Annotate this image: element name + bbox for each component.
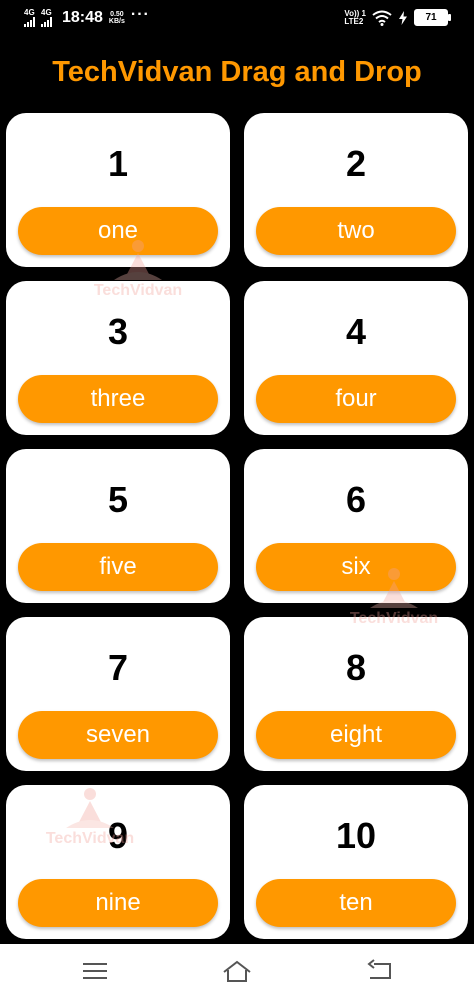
status-bar: 4G 4G 18:48 0.50 KB/s ··· Vo)) 1 LTE2 71 bbox=[0, 0, 474, 38]
card-word-button[interactable]: four bbox=[256, 375, 456, 423]
card-number: 9 bbox=[107, 815, 129, 856]
network-type-1: 4G bbox=[24, 8, 35, 17]
more-notifications-icon: ··· bbox=[130, 6, 150, 23]
card-8[interactable]: 8 eight bbox=[244, 617, 468, 771]
card-word-button[interactable]: nine bbox=[18, 879, 218, 927]
signal-bars-icon bbox=[41, 17, 52, 27]
card-number: 4 bbox=[345, 311, 367, 352]
card-number: 3 bbox=[107, 311, 129, 352]
battery-icon: 71 bbox=[414, 9, 451, 26]
card-word-button[interactable]: five bbox=[18, 543, 218, 591]
card-5[interactable]: 5 five bbox=[6, 449, 230, 603]
card-1[interactable]: 1 one bbox=[6, 113, 230, 267]
network-type-2: 4G bbox=[41, 8, 52, 17]
volte-indicator: Vo)) 1 LTE2 bbox=[344, 9, 366, 26]
volte-bottom: LTE2 bbox=[344, 16, 364, 26]
card-10[interactable]: 10 ten bbox=[244, 785, 468, 939]
card-3[interactable]: 3 three bbox=[6, 281, 230, 435]
back-icon[interactable] bbox=[366, 958, 396, 984]
card-7[interactable]: 7 seven bbox=[6, 617, 230, 771]
card-number: 10 bbox=[335, 815, 377, 856]
page-title: TechVidvan Drag and Drop bbox=[52, 56, 422, 88]
card-word-button[interactable]: three bbox=[18, 375, 218, 423]
navigation-bar bbox=[0, 944, 474, 1000]
card-4[interactable]: 4 four bbox=[244, 281, 468, 435]
card-word-button[interactable]: eight bbox=[256, 711, 456, 759]
speed-unit: KB/s bbox=[108, 18, 125, 25]
card-word-button[interactable]: seven bbox=[18, 711, 218, 759]
card-number: 1 bbox=[107, 143, 129, 184]
card-word-button[interactable]: one bbox=[18, 207, 218, 255]
card-9[interactable]: 9 nine bbox=[6, 785, 230, 939]
card-2[interactable]: 2 two bbox=[244, 113, 468, 267]
card-number: 2 bbox=[345, 143, 367, 184]
charging-icon bbox=[399, 10, 407, 25]
card-word-button[interactable]: six bbox=[256, 543, 456, 591]
network-speed: 0.50 KB/s bbox=[109, 11, 125, 25]
card-number: 5 bbox=[107, 479, 129, 520]
card-word-button[interactable]: two bbox=[256, 207, 456, 255]
card-number: 7 bbox=[107, 647, 129, 688]
clock: 18:48 bbox=[62, 9, 103, 26]
card-6[interactable]: 6 six bbox=[244, 449, 468, 603]
speed-value: 0.50 bbox=[110, 11, 124, 18]
battery-level: 71 bbox=[425, 12, 437, 23]
card-word-button[interactable]: ten bbox=[256, 879, 456, 927]
signal-sim1: 4G bbox=[24, 9, 35, 27]
home-icon[interactable] bbox=[222, 958, 252, 984]
card-number: 6 bbox=[345, 479, 367, 520]
signal-bars-icon bbox=[24, 17, 35, 27]
card-grid: 1 one 2 two 3 three 4 four 5 five 6 six … bbox=[6, 113, 468, 939]
wifi-icon bbox=[372, 10, 392, 26]
card-number: 8 bbox=[345, 647, 367, 688]
menu-icon[interactable] bbox=[80, 958, 110, 984]
signal-sim2: 4G bbox=[41, 9, 52, 27]
